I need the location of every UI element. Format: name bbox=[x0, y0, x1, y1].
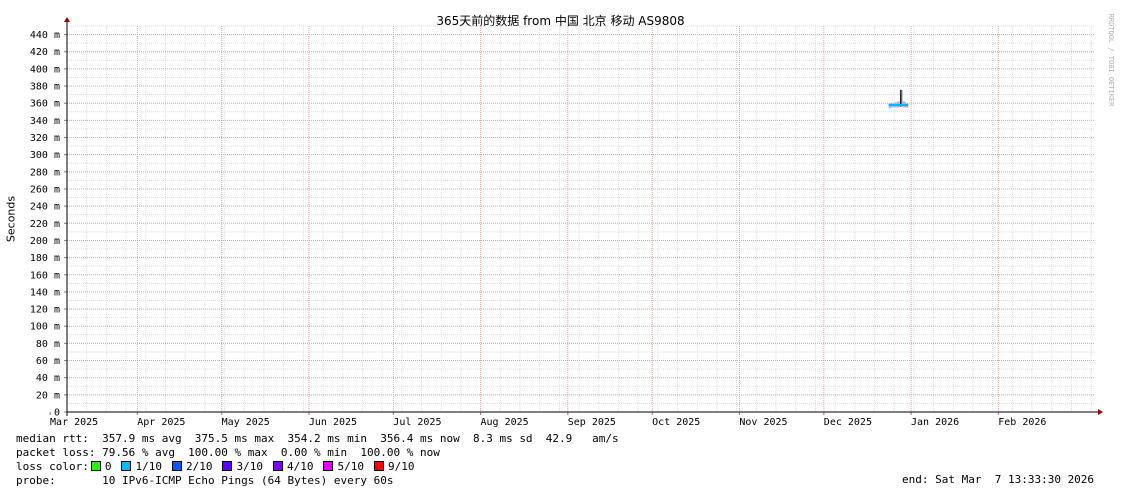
major-grid bbox=[67, 26, 1094, 412]
median-rtt-line: median rtt: 357.9 ms avg 375.5 ms max 35… bbox=[16, 432, 619, 445]
y-tick-label: 180 m bbox=[30, 253, 60, 264]
loss-color-item: 0 bbox=[89, 460, 112, 473]
loss-color-text: 2/10 bbox=[185, 460, 213, 473]
data-layer bbox=[888, 89, 909, 109]
y-tick-label: 240 m bbox=[30, 202, 60, 213]
y-tick-labels: 020 m40 m60 m80 m100 m120 m140 m160 m180… bbox=[30, 30, 60, 418]
probe-line: probe: 10 IPv6-ICMP Echo Pings (64 Bytes… bbox=[16, 474, 394, 487]
y-tick-label: 260 m bbox=[30, 184, 60, 195]
y-tick-label: 40 m bbox=[36, 373, 60, 384]
loss-color-item: 2/10 bbox=[170, 460, 213, 473]
loss-color-item: 4/10 bbox=[271, 460, 314, 473]
y-tick-label: 20 m bbox=[36, 390, 60, 401]
y-tick-label: 320 m bbox=[30, 133, 60, 144]
y-tick-label: 60 m bbox=[36, 356, 60, 367]
chart-plot: 020 m40 m60 m80 m100 m120 m140 m160 m180… bbox=[30, 17, 1103, 428]
loss-color-text: 1/10 bbox=[135, 460, 162, 473]
x-tick-label: Apr 2025 bbox=[137, 417, 185, 428]
y-tick-label: 380 m bbox=[30, 82, 60, 93]
x-axis-arrow bbox=[1098, 409, 1103, 415]
loss-color-swatch bbox=[373, 461, 384, 471]
y-tick-label: 140 m bbox=[30, 287, 60, 298]
x-tick-labels: Mar 2025 Apr 2025 May 2025 Jun 2025 Jul 2025… bbox=[50, 417, 1046, 428]
y-tick-label: 280 m bbox=[30, 167, 60, 178]
x-tick-label: Nov 2025 bbox=[739, 417, 787, 428]
x-tick-label: Mar 2025 bbox=[50, 417, 98, 428]
packet-loss-line: packet loss: 79.56 % avg 100.00 % max 0.… bbox=[16, 446, 440, 459]
x-tick-label: Jan 2026 bbox=[911, 417, 959, 428]
x-tick-label: Dec 2025 bbox=[824, 417, 872, 428]
y-tick-label: 300 m bbox=[30, 150, 60, 161]
loss-color-swatch bbox=[121, 461, 132, 471]
minor-grid bbox=[67, 25, 1094, 412]
loss-color-swatch bbox=[90, 461, 101, 471]
y-axis-arrow bbox=[64, 17, 70, 22]
y-tick-label: 420 m bbox=[30, 47, 60, 58]
x-tick-label: Oct 2025 bbox=[652, 417, 700, 428]
loss-color-item: 1/10 bbox=[119, 460, 162, 473]
loss-color-label: loss color: bbox=[16, 460, 89, 473]
x-tick-label: Jun 2025 bbox=[309, 417, 357, 428]
y-tick-label: 80 m bbox=[36, 339, 60, 350]
x-tick-label: Aug 2025 bbox=[481, 417, 529, 428]
y-tick-label: 340 m bbox=[30, 116, 60, 127]
loss-color-legend: loss color: 0 1/10 2/10 3/10 4/10 5/10 9/10 bbox=[16, 460, 422, 473]
x-tick-label: May 2025 bbox=[222, 417, 270, 428]
loss-color-text: 9/10 bbox=[387, 460, 415, 473]
y-tick-label: 360 m bbox=[30, 99, 60, 110]
loss-color-item: 5/10 bbox=[321, 460, 364, 473]
y-tick-label: 400 m bbox=[30, 64, 60, 75]
loss-color-swatch bbox=[171, 461, 182, 471]
loss-color-text: 3/10 bbox=[236, 460, 263, 473]
x-tick-label: Feb 2026 bbox=[998, 417, 1046, 428]
loss-color-swatch bbox=[323, 461, 334, 471]
y-tick-label: 100 m bbox=[30, 322, 60, 333]
end-time: end: Sat Mar 7 13:33:30 2026 bbox=[902, 473, 1095, 486]
axes bbox=[49, 17, 1103, 416]
loss-color-item: 3/10 bbox=[220, 460, 263, 473]
x-tick-label: Jul 2025 bbox=[393, 417, 441, 428]
loss-color-items: 0 1/10 2/10 3/10 4/10 5/10 9/10 bbox=[89, 460, 423, 473]
x-tick-label: Sep 2025 bbox=[568, 417, 616, 428]
loss-color-text: 0 bbox=[104, 460, 112, 473]
loss-color-swatch bbox=[222, 461, 233, 471]
y-tick-label: 200 m bbox=[30, 236, 60, 247]
loss-color-item: 9/10 bbox=[372, 460, 415, 473]
loss-color-swatch bbox=[272, 461, 283, 471]
y-tick-label: 220 m bbox=[30, 219, 60, 230]
y-tick-label: 440 m bbox=[30, 30, 60, 41]
y-tick-label: 120 m bbox=[30, 305, 60, 316]
loss-color-text: 5/10 bbox=[337, 460, 364, 473]
loss-color-text: 4/10 bbox=[286, 460, 314, 473]
y-tick-label: 160 m bbox=[30, 270, 60, 281]
